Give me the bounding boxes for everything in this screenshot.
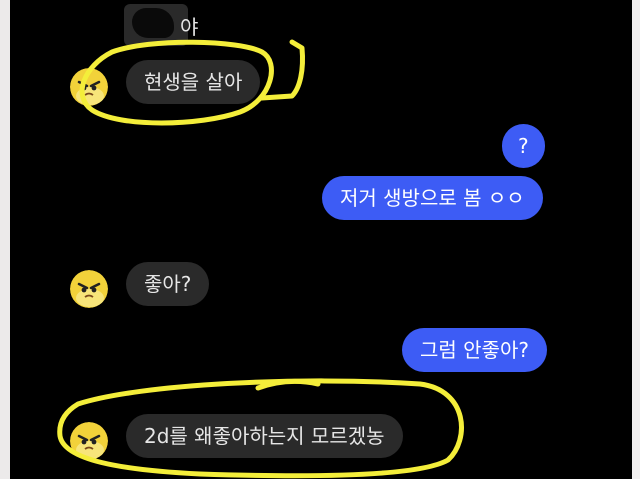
incoming-message-bubble: 현생을 살아 <box>126 60 261 104</box>
highlight-flick-top <box>259 39 305 101</box>
avatar-icon[interactable] <box>70 422 108 460</box>
message-text: ? <box>518 134 529 158</box>
message-text: 저거 생방으로 봄 ㅇㅇ <box>340 186 525 210</box>
photo-edge-right <box>632 0 640 479</box>
incoming-message-bubble: 2d를 왜좋아하는지 모르겠농 <box>126 414 403 458</box>
outgoing-message-bubble: ? <box>502 124 545 168</box>
message-text: 야 <box>180 15 199 39</box>
avatar-icon[interactable] <box>70 68 108 106</box>
chat-screen: 야 현생을 살아 ? 저거 생방으로 봄 ㅇㅇ 좋아? 그럼 안좋아? 2d를 … <box>0 0 640 479</box>
avatar-icon[interactable] <box>70 270 108 308</box>
incoming-message-bubble: 좋아? <box>126 262 210 306</box>
message-text: 그럼 안좋아? <box>420 338 529 362</box>
message-text: 좋아? <box>144 272 192 296</box>
message-text: 2d를 왜좋아하는지 모르겠농 <box>144 424 385 448</box>
photo-edge-left <box>0 0 10 479</box>
outgoing-message-bubble: 저거 생방으로 봄 ㅇㅇ <box>322 176 543 220</box>
highlight-stroke-bottom <box>255 378 321 391</box>
message-text: 현생을 살아 <box>144 70 243 94</box>
redaction-blot <box>132 8 174 38</box>
outgoing-message-bubble: 그럼 안좋아? <box>402 328 547 372</box>
